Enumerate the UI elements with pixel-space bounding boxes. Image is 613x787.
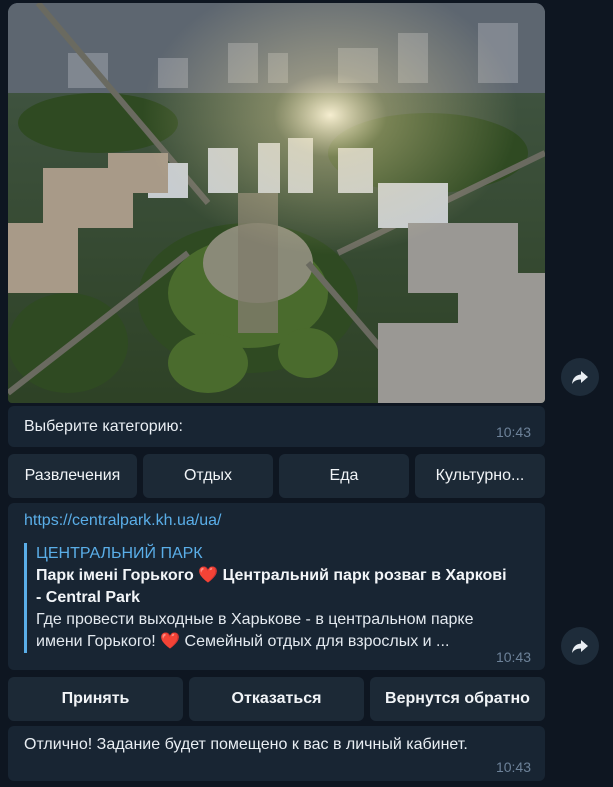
message-time: 10:43 — [495, 649, 531, 665]
preview-site-name: ЦЕНТРАЛЬНИЙ ПАРК — [36, 545, 203, 562]
go-back-button[interactable]: Вернутся обратно — [370, 677, 545, 721]
preview-title-part: - Central Park — [36, 589, 141, 606]
share-arrow-icon — [572, 371, 588, 384]
heart-icon: ❤️ — [198, 567, 219, 584]
message-time: 10:43 — [495, 424, 531, 440]
message-time: 10:43 — [495, 759, 531, 775]
preview-title-part: Центральний парк розваг в Харкові — [222, 567, 507, 584]
link-message: https://centralpark.kh.ua/ua/ ЦЕНТРАЛЬНИ… — [8, 503, 545, 670]
preview-desc-part: Семейный отдых для взрослых и ... — [184, 633, 450, 650]
link-preview[interactable]: ЦЕНТРАЛЬНИЙ ПАРК Парк імені Горького ❤️ … — [24, 543, 536, 653]
decline-button[interactable]: Отказаться — [189, 677, 364, 721]
city-photo — [8, 3, 545, 403]
photo-message[interactable] — [8, 3, 545, 403]
category-message: Выберите категорию: 10:43 — [8, 406, 545, 447]
confirm-message: Отлично! Задание будет помещено к вас в … — [8, 726, 545, 781]
share-button[interactable] — [561, 358, 599, 396]
preview-title-part: Парк імені Горького — [36, 567, 194, 584]
preview-description: Где провести выходные в Харькове - в цен… — [36, 609, 536, 653]
share-button[interactable] — [561, 627, 599, 665]
heart-icon: ❤️ — [160, 633, 181, 650]
category-button-food[interactable]: Еда — [279, 454, 409, 498]
preview-desc-part: Где провести выходные в Харькове - в цен… — [36, 611, 474, 628]
category-button-cultural[interactable]: Культурно... — [415, 454, 545, 498]
message-text: Выберите категорию: — [24, 418, 183, 435]
category-button-entertainment[interactable]: Развлечения — [8, 454, 137, 498]
accept-button[interactable]: Принять — [8, 677, 183, 721]
link-url[interactable]: https://centralpark.kh.ua/ua/ — [24, 512, 221, 530]
message-text: Отлично! Задание будет помещено к вас в … — [24, 736, 468, 753]
share-arrow-icon — [572, 640, 588, 653]
preview-desc-part: имени Горького! — [36, 633, 156, 650]
preview-title: Парк імені Горького ❤️ Центральний парк … — [36, 565, 536, 609]
category-button-rest[interactable]: Отдых — [143, 454, 273, 498]
